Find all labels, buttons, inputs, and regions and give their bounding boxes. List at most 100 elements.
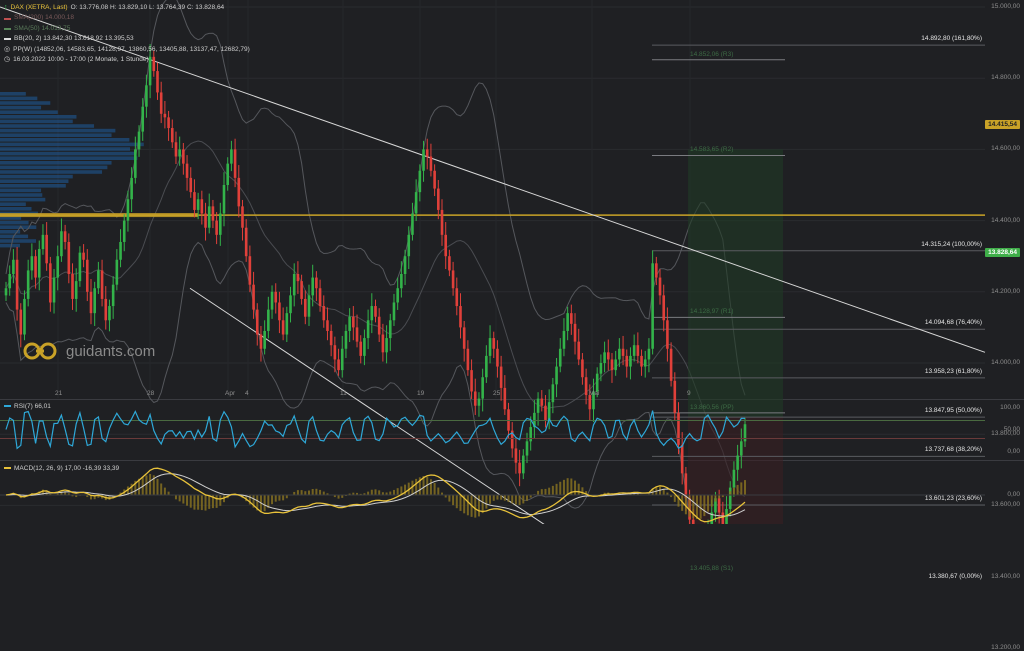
candle-body [111, 284, 115, 307]
macd-histogram-bar [714, 495, 717, 502]
level-zone [0, 213, 198, 218]
candle-body [204, 213, 207, 228]
candle-body [19, 309, 23, 335]
legend-bb-row[interactable]: BB(20, 2) 13.842,30 13.618,92 13.395,53 [4, 34, 250, 44]
candle-body [477, 398, 481, 406]
macd-histogram-bar [474, 495, 477, 518]
macd-histogram-bar [492, 495, 495, 501]
macd-histogram-bar [481, 495, 484, 514]
candle-body [170, 128, 174, 143]
candle-body [647, 348, 651, 360]
macd-histogram-bar [429, 479, 432, 495]
macd-histogram-bar [189, 495, 192, 508]
volume-profile-bar [0, 239, 37, 243]
macd-label-0: 0,00 [1007, 491, 1020, 498]
candle-body [219, 213, 222, 235]
candle-body [473, 391, 477, 406]
macd-histogram-bar [182, 495, 185, 504]
candle-body [680, 444, 684, 474]
candle-body [717, 498, 721, 513]
y-tick-label: 14.800,00 [991, 74, 1020, 82]
chart-type-icon: ↕ [4, 4, 8, 12]
volume-profile-bar [0, 225, 37, 229]
volume-profile-bar [0, 151, 136, 156]
macd-histogram-bar [200, 495, 203, 511]
rsi-label-50: 50,00 [1003, 426, 1020, 433]
profit-zone [688, 149, 783, 418]
candle-body [359, 341, 363, 356]
candle-body [618, 348, 621, 360]
volume-profile-bar [0, 119, 73, 124]
macd-panel-bg [0, 462, 985, 524]
candle-body [252, 284, 255, 310]
candle-body [407, 234, 411, 257]
macd-histogram-bar [204, 495, 207, 511]
candle-body [403, 256, 407, 274]
candle-body [352, 316, 355, 328]
macd-histogram-bar [544, 488, 547, 495]
candle-body [440, 209, 444, 235]
fib-label: 13.737,68 (38,20%) [924, 446, 982, 454]
candle-body [481, 377, 484, 399]
legend-sma2: SMA(50) 14.013,75 [14, 24, 71, 32]
macd-histogram-bar [511, 495, 514, 504]
pivot-label: 13.405,88 (S1) [690, 565, 734, 573]
pivot-label: 13.860,56 (PP) [690, 403, 734, 411]
candle-body [606, 352, 610, 360]
macd-histogram-bar [736, 484, 739, 495]
target-zones [688, 149, 783, 524]
fib-label: 13.847,95 (50,00%) [924, 407, 982, 415]
macd-histogram-bar [274, 495, 277, 502]
macd-histogram-bar [378, 490, 381, 495]
candle-body [281, 320, 285, 335]
volume-profile-bar [0, 110, 58, 114]
candle-body [595, 373, 599, 392]
candle-body [418, 170, 422, 193]
candle-body [603, 352, 606, 363]
current-price-tag: 13.828,64 [985, 248, 1020, 257]
macd-histogram-bar [160, 483, 163, 495]
macd-swatch [4, 467, 11, 470]
candle-body [728, 487, 732, 509]
bb-swatch [4, 38, 11, 41]
volume-profile-bar [0, 193, 43, 197]
candle-body [263, 330, 266, 349]
legend-sma2-row[interactable]: SMA(50) 14.013,75 [4, 24, 250, 34]
macd-histogram-bar [729, 491, 732, 495]
candle-body [104, 298, 108, 321]
legend-sma1-row[interactable]: SMA(200) 14.000,18 [4, 13, 250, 23]
candle-body [244, 227, 248, 257]
macd-histogram-bar [485, 495, 488, 509]
macd-histogram-bar [178, 495, 181, 502]
candle-body [222, 185, 226, 214]
candle-body [52, 277, 56, 303]
rsi-label-0: 0,00 [1007, 448, 1020, 455]
candle-body [573, 323, 577, 342]
macd-histogram-bar [555, 483, 558, 495]
candle-body [522, 455, 525, 474]
candle-body [311, 277, 314, 296]
macd-histogram-bar [315, 488, 318, 495]
chart-canvas[interactable] [0, 0, 1024, 524]
macd-histogram-bar [452, 495, 455, 506]
macd-histogram-bar [271, 495, 274, 505]
x-tick-label: 9 [687, 390, 691, 397]
volume-profile-bar [0, 156, 138, 160]
macd-histogram-bar [278, 495, 281, 501]
candle-body [485, 355, 488, 378]
macd-histogram-bar [337, 495, 340, 499]
y-tick-label: 13.200,00 [991, 643, 1020, 651]
volume-profile-bar [0, 197, 46, 202]
volume-profile-bar [0, 188, 42, 193]
legend-pp-row[interactable]: ◎ PP(W) (14852,06, 14583,65, 14128,97, 13… [4, 45, 250, 55]
candle-body [662, 295, 666, 321]
macd-histogram-bar [307, 490, 310, 495]
macd-legend[interactable]: MACD(12, 26, 9) 17,00 -16,39 33,39 [4, 465, 119, 472]
volume-profile-bar [0, 207, 32, 211]
macd-histogram-bar [145, 475, 148, 495]
macd-histogram-bar [496, 495, 499, 500]
rsi-legend[interactable]: RSI(7) 66,01 [4, 403, 51, 410]
candle-body [8, 274, 11, 289]
legend-range-row[interactable]: ◷ 16.03.2022 10:00 - 17:00 (2 Monate, 1 S… [4, 55, 250, 65]
candle-body [329, 330, 333, 346]
